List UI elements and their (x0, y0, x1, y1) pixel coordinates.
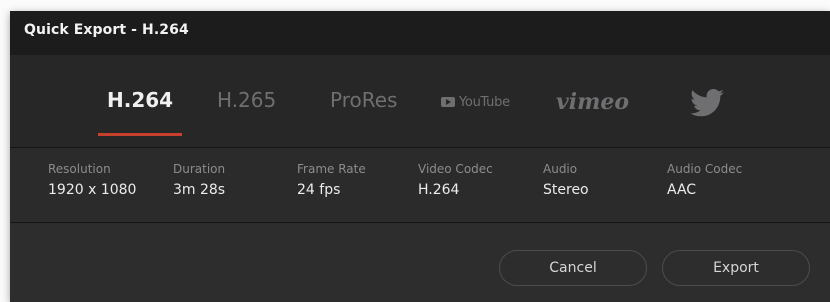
tab-vimeo[interactable]: vimeo (556, 89, 629, 115)
info-label: Video Codec (418, 162, 493, 176)
youtube-play-icon (441, 97, 455, 107)
tab-youtube[interactable]: YouTube (441, 94, 510, 110)
dialog-footer: Cancel Export (10, 223, 830, 302)
twitter-bird-icon[interactable] (690, 89, 724, 117)
tab-prores[interactable]: ProRes (330, 88, 397, 112)
tab-h265[interactable]: H.265 (217, 88, 276, 112)
quick-export-dialog: Quick Export - H.264 H.264 H.265 ProRes … (10, 11, 830, 302)
cancel-button[interactable]: Cancel (499, 250, 647, 286)
info-value: 3m 28s (173, 182, 226, 198)
dialog-title: Quick Export - H.264 (24, 22, 189, 38)
info-label: Frame Rate (297, 162, 366, 176)
youtube-logo-text: YouTube (459, 94, 510, 110)
info-audio: Audio Stereo (543, 162, 589, 198)
info-value: AAC (667, 182, 697, 198)
info-video-codec: Video Codec H.264 (418, 162, 493, 198)
tab-h264[interactable]: H.264 (107, 88, 173, 112)
info-resolution: Resolution 1920 x 1080 (48, 162, 136, 198)
info-value: 24 fps (297, 182, 341, 198)
info-label: Audio (543, 162, 578, 176)
info-value: H.264 (418, 182, 460, 198)
export-info-panel: Resolution 1920 x 1080 Duration 3m 28s F… (10, 148, 830, 222)
info-audio-codec: Audio Codec AAC (667, 162, 742, 198)
info-frame-rate: Frame Rate 24 fps (297, 162, 366, 198)
info-value: Stereo (543, 182, 589, 198)
info-duration: Duration 3m 28s (173, 162, 225, 198)
title-bar: Quick Export - H.264 (10, 11, 830, 55)
info-label: Resolution (48, 162, 111, 176)
preset-tabs: H.264 H.265 ProRes YouTube vimeo (10, 55, 830, 147)
export-button[interactable]: Export (662, 250, 810, 286)
info-label: Audio Codec (667, 162, 743, 176)
info-value: 1920 x 1080 (48, 182, 137, 198)
active-tab-indicator (98, 133, 182, 136)
info-label: Duration (173, 162, 226, 176)
